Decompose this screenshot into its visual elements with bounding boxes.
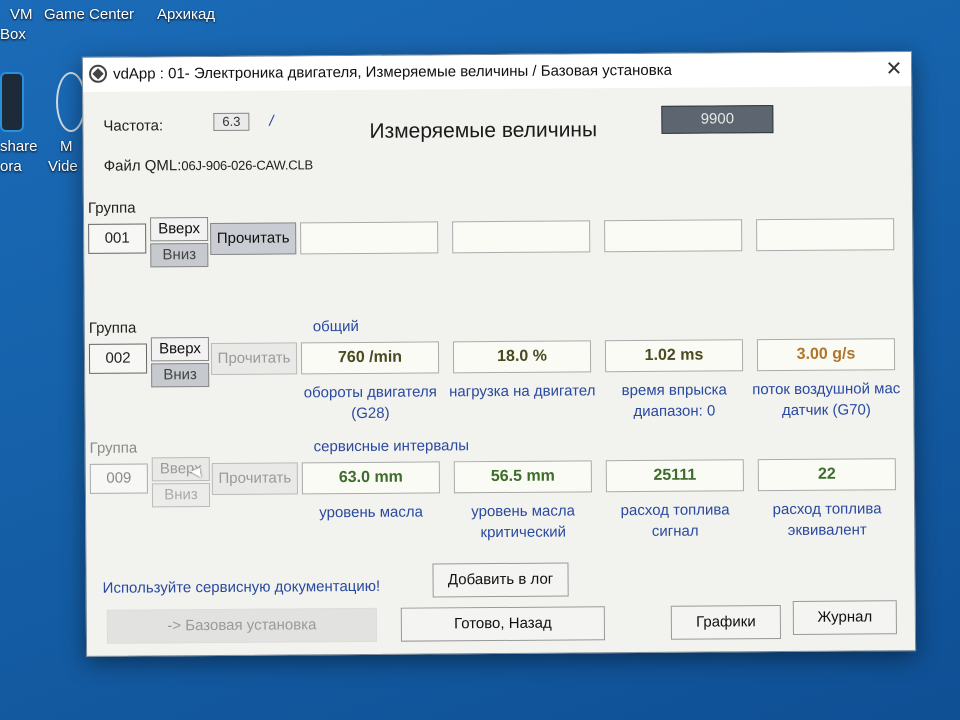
- frequency-value: 6.3: [213, 112, 250, 131]
- journal-button[interactable]: Журнал: [792, 600, 897, 635]
- close-icon[interactable]: ✕: [883, 58, 905, 80]
- window-title: vdApp : 01- Электроника двигателя, Измер…: [112, 61, 673, 83]
- frequency-unit: /: [269, 112, 274, 130]
- group-number-field[interactable]: 009: [89, 463, 148, 494]
- group-down-button[interactable]: Вниз: [150, 243, 209, 268]
- group-label: Группа: [89, 439, 138, 457]
- value-field: 760 /min: [300, 341, 440, 375]
- read-button[interactable]: Прочитать: [211, 462, 298, 496]
- value-field: 1.02 ms: [604, 339, 744, 373]
- section-label: общий: [312, 317, 359, 336]
- desktop-icon-vmbox-label[interactable]: VM: [10, 6, 33, 23]
- desktop-icon-game-center-label[interactable]: Game Center: [44, 6, 134, 23]
- value-field: [452, 220, 591, 254]
- measure-caption: расход топлива сигнал: [620, 501, 730, 540]
- read-button[interactable]: Прочитать: [210, 342, 298, 376]
- page-title: Измеряемые величины: [369, 118, 598, 143]
- group-down-button[interactable]: Вниз: [151, 483, 211, 508]
- vdapp-logo-icon: [85, 61, 111, 87]
- value-field: 3.00 g/s: [756, 338, 896, 372]
- desktop-icon-vmbox-label-2[interactable]: Box: [0, 26, 26, 43]
- measure-caption: нагрузка на двигател: [449, 382, 596, 401]
- group-down-button[interactable]: Вниз: [151, 363, 210, 388]
- add-to-log-button[interactable]: Добавить в лог: [432, 562, 569, 598]
- value-field: [756, 218, 895, 252]
- done-back-button[interactable]: Готово, Назад: [400, 606, 606, 642]
- group-up-button[interactable]: Вверх: [150, 217, 209, 242]
- qml-file-line: Файл QML:06J-906-026-CAW.CLB: [103, 156, 314, 175]
- desktop-icon-archicad-label[interactable]: Архикад: [157, 6, 215, 23]
- group-label: Группа: [87, 199, 136, 217]
- group-number-field[interactable]: 001: [88, 223, 147, 254]
- desktop-icon-share-label[interactable]: share: [0, 138, 38, 155]
- measure-caption: уровень масла критический: [471, 502, 576, 542]
- group-up-button[interactable]: Вверх: [150, 337, 210, 362]
- qml-file-label: Файл QML:: [103, 157, 182, 175]
- qml-file-value: 06J-906-026-CAW.CLB: [181, 157, 314, 174]
- basic-setting-button[interactable]: -> Базовая установка: [106, 607, 378, 644]
- measure-caption: поток воздушной мас датчик (G70): [752, 380, 901, 420]
- graphs-button[interactable]: Графики: [670, 605, 781, 640]
- vdapp-window: vdApp : 01- Электроника двигателя, Измер…: [81, 51, 917, 657]
- desktop-app-icon[interactable]: [0, 72, 24, 132]
- value-field: 18.0 %: [452, 340, 592, 374]
- value-field: 22: [757, 458, 896, 492]
- value-field: [604, 219, 743, 253]
- value-field: 63.0 mm: [301, 461, 440, 495]
- section-label: сервисные интервалы: [313, 437, 470, 456]
- counter-display: 9900: [661, 105, 774, 134]
- value-field: [300, 221, 439, 255]
- desktop-icon-share-label-2[interactable]: ora: [0, 158, 22, 175]
- value-field: 56.5 mm: [453, 460, 592, 494]
- measure-caption: расход топлива эквивалент: [772, 500, 882, 539]
- measure-caption: обороты двигателя (G28): [303, 383, 437, 423]
- title-bar[interactable]: vdApp : 01- Электроника двигателя, Измер…: [82, 52, 912, 92]
- measure-caption: время впрыска диапазон: 0: [621, 381, 727, 421]
- measure-caption: уровень масла: [319, 503, 424, 522]
- read-button[interactable]: Прочитать: [210, 222, 297, 256]
- frequency-label: Частота:: [103, 117, 164, 135]
- group-label: Группа: [88, 319, 137, 337]
- value-field: 25111: [605, 459, 744, 493]
- service-doc-note: Используйте сервисную документацию!: [102, 577, 381, 597]
- desktop-icon-video-label[interactable]: M: [60, 138, 73, 155]
- group-number-field[interactable]: 002: [88, 343, 148, 374]
- desktop-icon-video-label-2[interactable]: Vide: [48, 158, 78, 175]
